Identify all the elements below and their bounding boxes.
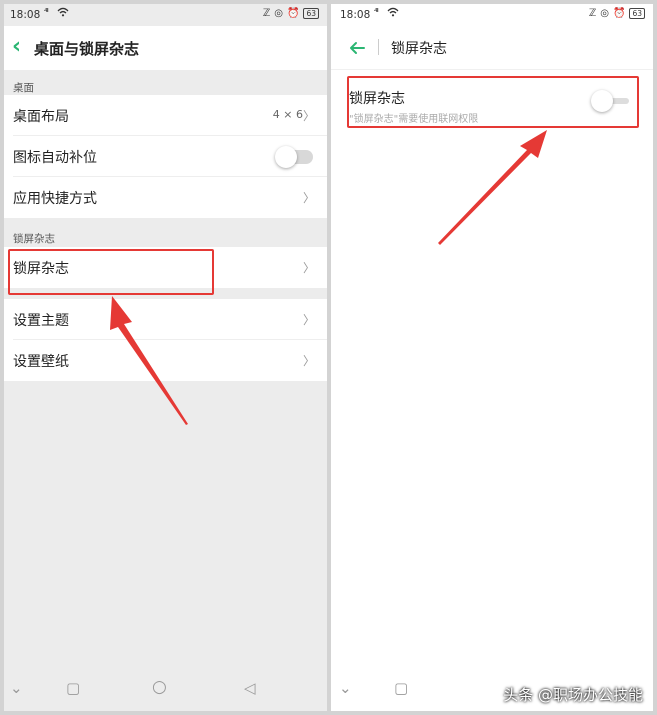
row-set-wallpaper[interactable]: 设置壁纸 〉 (4, 340, 327, 381)
chevron-down-icon[interactable]: ⌄ (339, 679, 352, 697)
row-label: 图标自动补位 (13, 150, 97, 166)
app-bar: ‹ 桌面与锁屏杂志 (4, 26, 327, 70)
alarm-icon: ◎ (274, 8, 283, 19)
left-phone-screen: 18:08 ⁴ˡˡ ℤ ◎ ⏰ 63 ‹ 桌面与锁屏杂志 桌面 桌面布局 4 ×… (4, 4, 327, 711)
title-separator (378, 39, 379, 55)
row-label: 桌面布局 (13, 109, 69, 125)
row-label: 设置壁纸 (13, 354, 69, 370)
status-bar: 18:08 ⁴ˡˡ ℤ ◎ ⏰ 63 (331, 4, 653, 26)
nav-bar: ⌄ ▢ ○ ◁ (4, 667, 327, 711)
status-time: 18:08 (340, 9, 371, 21)
chevron-down-icon[interactable]: ⌄ (10, 679, 23, 697)
section-label-lock: 锁屏杂志 (13, 233, 55, 245)
chevron-right-icon: 〉 (302, 109, 315, 123)
status-bar: 18:08 ⁴ˡˡ ℤ ◎ ⏰ 63 (4, 4, 327, 26)
auto-fill-toggle[interactable] (275, 146, 313, 168)
signal-icon: ⁴ˡˡ (374, 8, 379, 18)
watermark-text: 头条 @职场办公技能 (503, 686, 643, 704)
row-icon-auto-fill[interactable]: 图标自动补位 (4, 136, 327, 177)
wifi-icon (57, 7, 69, 20)
wifi-icon (387, 7, 399, 20)
page-title: 锁屏杂志 (391, 41, 447, 57)
toggle-knob (275, 146, 297, 168)
home-circle-icon[interactable]: ○ (152, 677, 167, 697)
vibrate-icon: ℤ (262, 8, 271, 19)
clock-icon: ⏰ (613, 8, 626, 19)
back-chevron-icon[interactable]: ‹ (12, 34, 21, 59)
layout-value: 4 × 6 (272, 108, 303, 121)
chevron-right-icon: 〉 (302, 354, 315, 368)
row-label: 应用快捷方式 (13, 191, 97, 207)
vibrate-icon: ℤ (588, 8, 597, 19)
recents-square-icon[interactable]: ▢ (66, 679, 80, 697)
chevron-right-icon: 〉 (302, 261, 315, 275)
chevron-right-icon: 〉 (302, 313, 315, 327)
signal-icon: ⁴ˡˡ (44, 8, 49, 18)
highlight-box-left (8, 249, 214, 295)
section-label-desktop: 桌面 (13, 82, 34, 94)
row-app-shortcuts[interactable]: 应用快捷方式 〉 (4, 177, 327, 218)
alarm-icon: ◎ (600, 8, 609, 19)
battery-icon: 63 (303, 8, 319, 19)
app-bar: 锁屏杂志 (331, 26, 653, 70)
clock-icon: ⏰ (287, 8, 300, 19)
highlight-box-right (347, 76, 639, 128)
chevron-right-icon: 〉 (302, 191, 315, 205)
back-triangle-icon[interactable]: ◁ (244, 679, 256, 697)
status-time: 18:08 (10, 9, 41, 21)
back-arrow-icon[interactable] (349, 40, 365, 59)
recents-square-icon[interactable]: ▢ (394, 679, 408, 697)
page-title: 桌面与锁屏杂志 (34, 40, 140, 58)
battery-icon: 63 (629, 8, 645, 19)
row-desktop-layout[interactable]: 桌面布局 4 × 6 〉 (4, 95, 327, 136)
row-label: 设置主题 (13, 313, 69, 329)
row-set-theme[interactable]: 设置主题 〉 (4, 299, 327, 340)
